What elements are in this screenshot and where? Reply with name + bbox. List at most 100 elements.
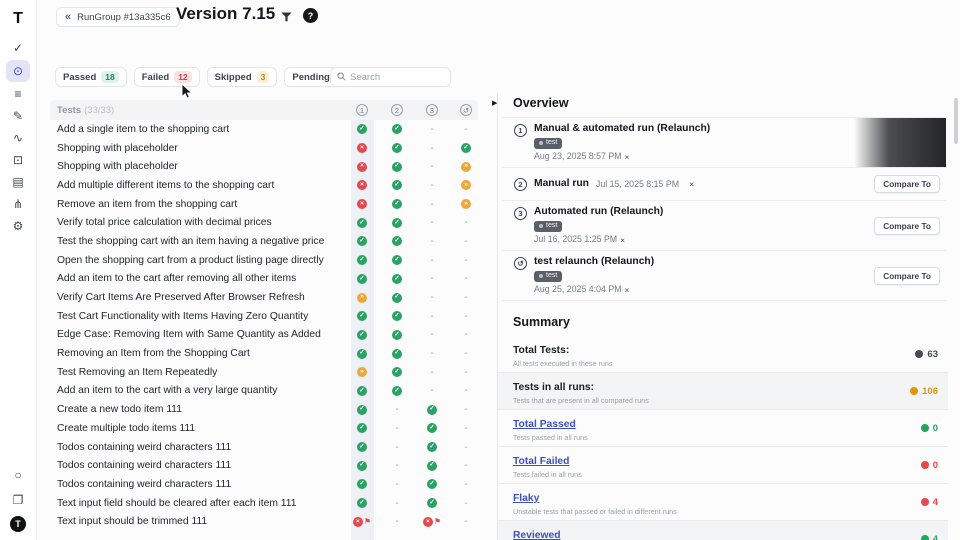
- settings-icon[interactable]: ⚙: [6, 216, 30, 236]
- empty-dash: -: [464, 479, 467, 490]
- check-icon[interactable]: ✓: [6, 38, 30, 58]
- app-logo[interactable]: T: [13, 8, 23, 34]
- passed-status-icon: ✓: [357, 330, 367, 340]
- run-item[interactable]: 1Manual & automated run (Relaunch)testAu…: [502, 118, 946, 168]
- summary-link[interactable]: Flaky: [513, 493, 539, 504]
- status-cell: ✓: [421, 479, 443, 489]
- test-row[interactable]: Add multiple different items to the shop…: [50, 176, 478, 195]
- test-row[interactable]: Shopping with placeholder×✓-»: [50, 157, 478, 176]
- branch-icon[interactable]: ⋔: [6, 194, 30, 214]
- compare-to-button[interactable]: Compare To: [874, 267, 940, 285]
- summary-link[interactable]: Total Passed: [513, 419, 576, 430]
- test-row[interactable]: Test the shopping cart with an item havi…: [50, 232, 478, 251]
- run-item[interactable]: 2Manual runJul 15, 2025 8:15 PM×Compare …: [502, 168, 946, 201]
- status-cell: -: [455, 255, 477, 266]
- help-button[interactable]: ?: [303, 8, 318, 23]
- run-column-4-icon[interactable]: ↺: [460, 104, 472, 116]
- sidebar-nav: ✓⊙≡✎∿⊡▤⋔⚙: [6, 38, 30, 236]
- pen-icon[interactable]: ✎: [6, 106, 30, 126]
- analytics-icon[interactable]: ∿: [6, 128, 30, 148]
- status-cell: ✓: [351, 236, 373, 246]
- test-row[interactable]: Add an item to the cart after removing a…: [50, 270, 478, 289]
- status-cell: -: [421, 273, 443, 284]
- docs-icon[interactable]: ▤: [6, 172, 30, 192]
- run-column-1-icon[interactable]: 1: [356, 104, 368, 116]
- rungroup-back-button[interactable]: « RunGroup #13a335c6: [56, 7, 180, 27]
- test-name: Verify total price calculation with deci…: [50, 217, 272, 228]
- filter-failed-button[interactable]: Failed12: [134, 67, 200, 87]
- test-row[interactable]: Verify Cart Items Are Preserved After Br…: [50, 288, 478, 307]
- library-icon[interactable]: ❐: [6, 491, 30, 509]
- passed-status-icon: ✓: [357, 479, 367, 489]
- run-column-3-icon[interactable]: 3: [426, 104, 438, 116]
- tag-label: test: [546, 272, 557, 280]
- theme-toggle-icon[interactable]: T: [10, 516, 26, 532]
- search-input[interactable]: [350, 72, 444, 83]
- test-row[interactable]: Create multiple todo items 111✓-✓-: [50, 419, 478, 438]
- status-cell: -: [421, 217, 443, 228]
- test-row[interactable]: Todos containing weird characters 111✓-✓…: [50, 456, 478, 475]
- test-row[interactable]: Create a new todo item 111✓-✓-: [50, 400, 478, 419]
- panel-collapse-toggle[interactable]: ▶: [492, 99, 497, 107]
- status-cell: -: [386, 423, 408, 434]
- compare-to-button[interactable]: Compare To: [874, 217, 940, 235]
- summary-link[interactable]: Total Failed: [513, 456, 569, 467]
- status-cell: -: [421, 124, 443, 135]
- test-row[interactable]: Todos containing weird characters 111✓-✓…: [50, 475, 478, 494]
- status-cell: ✓: [386, 162, 408, 172]
- test-name: Add a single item to the shopping cart: [50, 124, 229, 135]
- test-row[interactable]: Test Removing an Item Repeatedly»✓--: [50, 363, 478, 382]
- run-item[interactable]: 3Automated run (Relaunch)testJul 16, 202…: [502, 201, 946, 251]
- test-row[interactable]: Remove an item from the shopping cart×✓-…: [50, 195, 478, 214]
- tests-header-label: Tests: [57, 105, 81, 116]
- test-row[interactable]: Edge Case: Removing Item with Same Quant…: [50, 326, 478, 345]
- test-name: Todos containing weird characters 111: [50, 460, 231, 471]
- test-row[interactable]: Text input field should be cleared after…: [50, 494, 478, 513]
- test-row[interactable]: Open the shopping cart from a product li…: [50, 251, 478, 270]
- test-row[interactable]: Test Cart Functionality with Items Havin…: [50, 307, 478, 326]
- test-row[interactable]: Removing an Item from the Shopping Cart✓…: [50, 344, 478, 363]
- summary-title: Summary: [513, 315, 960, 330]
- run-number-icon: 1: [514, 124, 527, 137]
- scrollbar-thumb[interactable]: [954, 98, 958, 144]
- test-row[interactable]: Text input should be trimmed 111×⚑-×⚑-: [50, 512, 478, 531]
- test-name: Test Cart Functionality with Items Havin…: [50, 311, 308, 322]
- status-cell: -: [455, 423, 477, 434]
- status-cell: ✓: [386, 143, 408, 153]
- empty-dash: -: [464, 423, 467, 434]
- test-row[interactable]: Verify total price calculation with deci…: [50, 213, 478, 232]
- empty-dash: -: [464, 292, 467, 303]
- summary-desc: Unstable tests that passed or failed in …: [513, 508, 677, 516]
- circle-icon[interactable]: ○: [6, 466, 30, 484]
- passed-status-icon: ✓: [357, 461, 367, 471]
- failed-status-icon: ×: [423, 517, 433, 527]
- remove-run-icon[interactable]: ×: [689, 179, 694, 189]
- remove-run-icon[interactable]: ×: [620, 235, 625, 245]
- summary-desc: Tests failed in all runs: [513, 471, 582, 479]
- list-icon[interactable]: ≡: [6, 84, 30, 104]
- remove-run-icon[interactable]: ×: [625, 152, 630, 162]
- summary-link[interactable]: Reviewed: [513, 530, 561, 540]
- test-row[interactable]: Add a single item to the shopping cart✓✓…: [50, 120, 478, 139]
- runs-icon[interactable]: ⊙: [6, 60, 30, 82]
- status-cell: -: [455, 236, 477, 247]
- run-item[interactable]: ↺test relaunch (Relaunch)testAug 25, 202…: [502, 251, 946, 301]
- status-cell: ×: [351, 143, 373, 153]
- filter-bar: Passed18Failed12Skipped3Pending0: [55, 67, 356, 87]
- status-cell: -: [421, 292, 443, 303]
- filter-skipped-button[interactable]: Skipped3: [207, 67, 278, 87]
- test-row[interactable]: Shopping with placeholder×✓-✓: [50, 139, 478, 158]
- test-row[interactable]: Todos containing weird characters 111✓-✓…: [50, 438, 478, 457]
- inbox-icon[interactable]: ⊡: [6, 150, 30, 170]
- remove-run-icon[interactable]: ×: [625, 285, 630, 295]
- passed-status-icon: ✓: [357, 274, 367, 284]
- run-column-2-icon[interactable]: 2: [391, 104, 403, 116]
- test-name: Text input field should be cleared after…: [50, 498, 296, 509]
- test-row[interactable]: Add an item to the cart with a very larg…: [50, 382, 478, 401]
- filter-passed-button[interactable]: Passed18: [55, 67, 127, 87]
- empty-dash: -: [464, 385, 467, 396]
- status-cell: -: [455, 516, 477, 527]
- compare-to-button[interactable]: Compare To: [874, 175, 940, 193]
- filter-funnel-icon[interactable]: [278, 9, 294, 25]
- status-cell: ✓: [386, 386, 408, 396]
